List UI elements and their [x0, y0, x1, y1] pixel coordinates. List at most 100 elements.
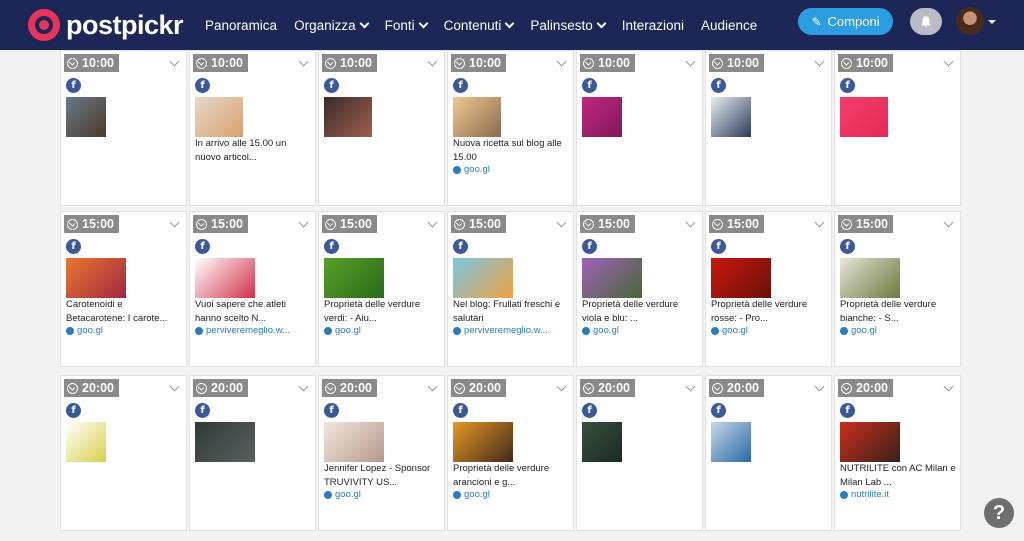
- post-thumbnail[interactable]: [324, 97, 372, 137]
- nav-item-fonti[interactable]: Fonti: [385, 18, 429, 33]
- chevron-down-icon[interactable]: [298, 56, 309, 67]
- scheduled-post-card[interactable]: 20:00 f: [705, 375, 832, 531]
- scheduled-post-card[interactable]: 15:00 f Vuoi sapere che atleti hanno scelt…: [189, 211, 316, 367]
- globe-icon: [66, 326, 74, 335]
- scheduled-post-card[interactable]: 20:00 f: [189, 375, 316, 531]
- scheduled-post-card[interactable]: 15:00 f Proprietà delle verdure viola e bl…: [576, 211, 703, 367]
- scheduled-post-card[interactable]: 15:00 f Carotenoidi e Betacarotene: I caro…: [60, 211, 187, 367]
- nav-item-organizza[interactable]: Organizza: [294, 18, 370, 33]
- chevron-down-icon[interactable]: [169, 56, 180, 67]
- scheduled-post-card[interactable]: 10:00 f: [60, 50, 187, 206]
- post-thumbnail[interactable]: [582, 258, 642, 298]
- chevron-down-icon[interactable]: [169, 217, 180, 228]
- chevron-down-icon[interactable]: [685, 56, 696, 67]
- post-link[interactable]: goo.gl: [453, 489, 490, 500]
- chevron-down-icon[interactable]: [814, 56, 825, 67]
- chevron-down-icon[interactable]: [943, 381, 954, 392]
- chevron-down-icon[interactable]: [427, 56, 438, 67]
- post-thumbnail[interactable]: [711, 97, 751, 137]
- chevron-down-icon[interactable]: [169, 381, 180, 392]
- post-thumbnail[interactable]: [195, 258, 255, 298]
- post-thumbnail[interactable]: [582, 422, 622, 462]
- post-thumbnail[interactable]: [840, 422, 900, 462]
- post-link[interactable]: goo.gl: [711, 325, 748, 336]
- post-link-text: perviveremeglio.w...: [206, 325, 290, 336]
- user-menu-caret-icon[interactable]: [988, 20, 996, 24]
- post-link[interactable]: goo.gl: [66, 325, 103, 336]
- facebook-icon: f: [582, 239, 597, 254]
- post-thumbnail[interactable]: [195, 97, 243, 137]
- post-thumbnail[interactable]: [324, 422, 384, 462]
- scheduled-post-card[interactable]: 15:00 f Proprietà delle verdure verdi: - A…: [318, 211, 445, 367]
- post-link[interactable]: goo.gl: [582, 325, 619, 336]
- chevron-down-icon[interactable]: [556, 217, 567, 228]
- post-thumbnail[interactable]: [711, 258, 771, 298]
- post-thumbnail[interactable]: [66, 258, 126, 298]
- nav-item-panoramica[interactable]: Panoramica: [205, 18, 277, 33]
- post-link[interactable]: nutrilite.it: [840, 489, 889, 500]
- check-circle-icon: [583, 382, 594, 394]
- post-link[interactable]: perviveremeglio.w...: [195, 325, 290, 336]
- nav-item-contenuti[interactable]: Contenuti: [444, 18, 515, 33]
- facebook-icon: f: [840, 239, 855, 254]
- scheduled-post-card[interactable]: 10:00 f In arrivo alle 15.00 un nuovo arti…: [189, 50, 316, 206]
- facebook-icon: f: [195, 403, 210, 418]
- time-badge: 10:00: [580, 54, 635, 72]
- post-link[interactable]: perviveremeglio.w...: [453, 325, 548, 336]
- help-button[interactable]: ?: [984, 498, 1014, 528]
- scheduled-post-card[interactable]: 10:00 f: [318, 50, 445, 206]
- nav-item-palinsesto[interactable]: Palinsesto: [530, 18, 607, 33]
- scheduled-post-card[interactable]: 20:00 f Jennifer Lopez - Sponsor TRUVIVITY…: [318, 375, 445, 531]
- post-link-text: goo.gl: [335, 489, 361, 500]
- chevron-down-icon[interactable]: [298, 217, 309, 228]
- post-link[interactable]: goo.gl: [324, 325, 361, 336]
- scheduled-post-card[interactable]: 10:00 f Nuova ricetta sul blog alle 15.00 g…: [447, 50, 574, 206]
- post-thumbnail[interactable]: [324, 258, 384, 298]
- post-link[interactable]: goo.gl: [840, 325, 877, 336]
- post-link[interactable]: goo.gl: [324, 489, 361, 500]
- nav-item-interazioni[interactable]: Interazioni: [622, 18, 684, 33]
- post-thumbnail[interactable]: [195, 422, 255, 462]
- facebook-icon: f: [66, 78, 81, 93]
- post-thumbnail[interactable]: [840, 258, 900, 298]
- chevron-down-icon[interactable]: [298, 381, 309, 392]
- scheduled-post-card[interactable]: 20:00 f Proprietà delle verdure arancioni …: [447, 375, 574, 531]
- post-thumbnail[interactable]: [453, 97, 501, 137]
- post-link[interactable]: goo.gl: [453, 164, 490, 175]
- postpickr-logo[interactable]: postpickr: [28, 0, 184, 50]
- chevron-down-icon[interactable]: [943, 217, 954, 228]
- scheduled-post-card[interactable]: 20:00 f NUTRILITE con AC Milan e Milan Lab…: [834, 375, 961, 531]
- scheduled-post-card[interactable]: 10:00 f: [705, 50, 832, 206]
- nav-item-audience[interactable]: Audience: [701, 18, 757, 33]
- post-thumbnail[interactable]: [453, 422, 513, 462]
- scheduled-post-card[interactable]: 10:00 f: [576, 50, 703, 206]
- scheduled-post-card[interactable]: 20:00 f: [60, 375, 187, 531]
- chevron-down-icon[interactable]: [685, 217, 696, 228]
- chevron-down-icon[interactable]: [556, 56, 567, 67]
- chevron-down-icon[interactable]: [556, 381, 567, 392]
- post-thumbnail[interactable]: [711, 422, 751, 462]
- post-thumbnail[interactable]: [582, 97, 622, 137]
- post-thumbnail[interactable]: [66, 97, 106, 137]
- chevron-down-icon[interactable]: [814, 217, 825, 228]
- chevron-down-icon[interactable]: [427, 381, 438, 392]
- chevron-down-icon[interactable]: [685, 381, 696, 392]
- chevron-down-icon[interactable]: [814, 381, 825, 392]
- facebook-icon: f: [582, 78, 597, 93]
- post-time: 10:00: [727, 56, 759, 70]
- scheduled-post-card[interactable]: 20:00 f: [576, 375, 703, 531]
- compose-button[interactable]: ✎ Componi: [798, 8, 893, 35]
- scheduled-post-card[interactable]: 15:00 f Nel blog: Frullati freschi e salut…: [447, 211, 574, 367]
- time-badge: 10:00: [838, 54, 893, 72]
- scheduled-post-card[interactable]: 10:00 f: [834, 50, 961, 206]
- notifications-button[interactable]: [910, 8, 942, 35]
- post-thumbnail[interactable]: [840, 97, 888, 137]
- scheduled-post-card[interactable]: 15:00 f Proprietà delle verdure rosse: - P…: [705, 211, 832, 367]
- check-circle-icon: [712, 57, 723, 69]
- scheduled-post-card[interactable]: 15:00 f Proprietà delle verdure bianche: -…: [834, 211, 961, 367]
- post-thumbnail[interactable]: [453, 258, 513, 298]
- user-avatar[interactable]: [956, 7, 984, 35]
- chevron-down-icon[interactable]: [427, 217, 438, 228]
- chevron-down-icon[interactable]: [943, 56, 954, 67]
- post-thumbnail[interactable]: [66, 422, 106, 462]
